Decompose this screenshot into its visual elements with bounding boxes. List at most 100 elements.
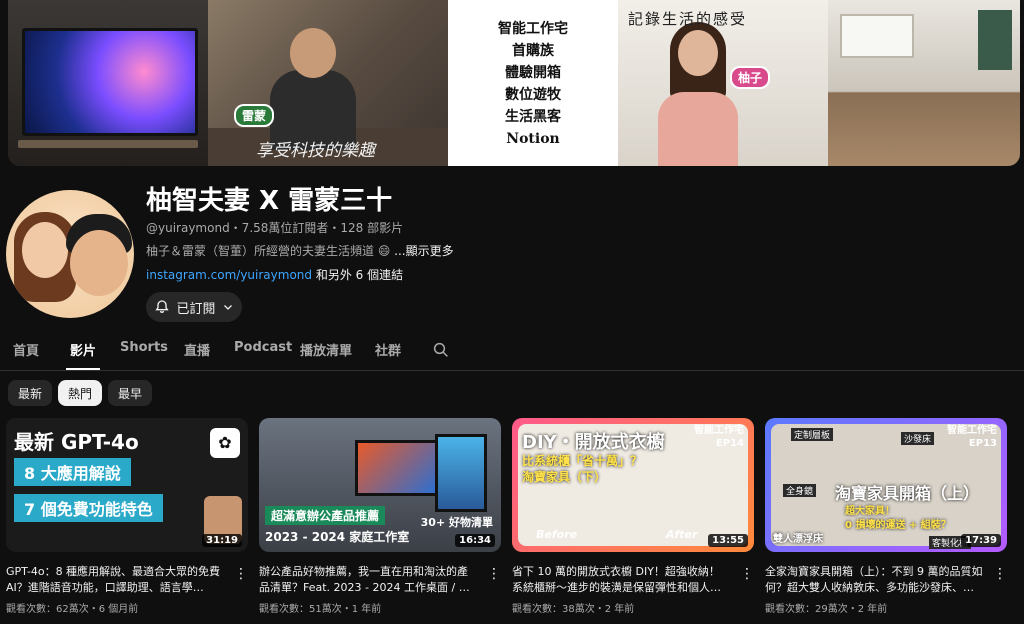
tab-playlists[interactable]: 播放清單 [300, 340, 352, 359]
search-icon[interactable] [432, 341, 450, 359]
video-meta: 觀看次數：29萬次・2 年前 [765, 604, 888, 615]
thumb-text: Before [536, 528, 578, 541]
thumb-text: 超滿意辦公產品推薦 [265, 506, 386, 525]
tab-live[interactable]: 直播 [184, 340, 210, 359]
channel-name: 柚智夫妻 X 雷蒙三十 [146, 186, 393, 216]
tab-shorts[interactable]: Shorts [120, 340, 168, 355]
thumb-series: 智能工作宅 [947, 425, 997, 436]
bell-icon [155, 300, 170, 313]
video-card[interactable]: DIY・開放式衣櫥 比系統櫃「省十萬」？ 淘寶家具（下） 智能工作宅 EP14 B… [512, 418, 754, 615]
banner-keyword: 智能工作宅 [498, 21, 568, 37]
video-card[interactable]: 最新 GPT-4o 8 大應用解說 7 個免費功能特色 ✿ 31:19 GPT-… [6, 418, 248, 615]
video-title[interactable]: 全家淘寶家具開箱（上）：不到 9 萬的品質如何？超大雙人收納敦床、多功能沙發床、… [765, 564, 983, 596]
thumb-text: 30+ 好物清單 [420, 516, 493, 529]
instagram-link[interactable]: instagram.com/yuiraymond [146, 268, 312, 282]
tab-community[interactable]: 社群 [375, 340, 401, 359]
video-title[interactable]: GPT-4o：8 種應用解說、最適合大眾的免費 AI？進階語音功能，口譯助理、語… [6, 564, 224, 596]
thumb-episode-number: EP13 [968, 438, 997, 449]
banner-keyword: 生活黑客 [505, 109, 561, 125]
banner-room-scene [828, 0, 1020, 166]
thumb-text: 淘寶家具（下） [522, 470, 607, 484]
channel-meta: @yuiraymond・7.58萬位訂閱者・128 部影片 [146, 221, 404, 235]
banner-keyword: 體驗開箱 [505, 65, 561, 81]
thumb-text: 沙發床 [901, 432, 935, 445]
avatar-boy-face [70, 230, 128, 296]
subscribed-button[interactable]: 已訂閱 [146, 292, 242, 322]
thumb-text: 超大家具！ [845, 506, 895, 517]
chevron-down-icon [223, 305, 232, 310]
banner-ray-head [290, 28, 336, 78]
thumb-monitor [435, 434, 487, 512]
video-duration: 17:39 [961, 534, 1001, 547]
video-card[interactable]: 超滿意辦公產品推薦 30+ 好物清單 2023 - 2024 家庭工作室 16:… [259, 418, 501, 615]
video-thumbnail[interactable]: 超滿意辦公產品推薦 30+ 好物清單 2023 - 2024 家庭工作室 16:… [259, 418, 501, 552]
channel-banner: 智能工作宅 首購族 體驗開箱 數位遊牧 生活黑客 Notion 雷蒙 柚子 享受… [8, 0, 1020, 166]
thumb-text: 2023 - 2024 家庭工作室 [265, 530, 410, 544]
channel-tabs: 首頁 影片 Shorts 直播 Podcast 播放清單 社群 [0, 330, 1024, 371]
video-title[interactable]: 辦公產品好物推薦，我一直在用和淘汰的產品清單？Feat. 2023 - 2024… [259, 564, 477, 596]
banner-keyword-list: 智能工作宅 首購族 體驗開箱 數位遊牧 生活黑客 Notion [448, 0, 618, 166]
banner-tagline-left: 享受科技的樂趣 [256, 141, 375, 161]
video-thumbnail[interactable]: DIY・開放式衣櫥 比系統櫃「省十萬」？ 淘寶家具（下） 智能工作宅 EP14 B… [512, 418, 754, 552]
tab-videos[interactable]: 影片 [70, 340, 96, 359]
chip-popular[interactable]: 熱門 [58, 380, 103, 406]
banner-tag-ray: 雷蒙 [234, 104, 275, 127]
thumb-text: 定制層板 [791, 428, 834, 441]
thumb-text: 淘寶家具開箱（上） [835, 484, 980, 503]
subscribed-label: 已訂閱 [176, 301, 216, 317]
banner-tagline-right: 記錄生活的感受 [628, 10, 748, 28]
banner-keyword: Notion [506, 131, 560, 147]
thumb-text: DIY・開放式衣櫥 [522, 432, 665, 453]
channel-avatar[interactable] [6, 190, 134, 318]
more-options-icon[interactable]: ⋮ [740, 566, 754, 582]
banner-yuzu-body [658, 92, 738, 166]
banner-tv-scene [8, 0, 208, 166]
more-options-icon[interactable]: ⋮ [234, 566, 248, 582]
thumb-text: 7 個免費功能特色 [14, 494, 163, 522]
thumb-text: 最新 GPT-4o [14, 430, 139, 454]
video-meta: 觀看次數：51萬次・1 年前 [259, 604, 382, 615]
video-duration: 31:19 [202, 534, 242, 547]
thumb-monitor [355, 440, 441, 496]
active-tab-indicator [66, 368, 100, 370]
channel-description[interactable]: 柚子＆雷蒙（智董）所經營的夫妻生活頻道 😄 ...顯示更多 [146, 242, 454, 259]
video-thumbnail[interactable]: 定制層板 全身鏡 沙發床 淘寶家具開箱（上） 超大家具！ 0 損壞的運送 + 組… [765, 418, 1007, 552]
thumb-text: 8 大應用解說 [14, 458, 131, 486]
thumb-text: 全身鏡 [783, 484, 817, 497]
more-links-text[interactable]: 和另外 6 個連結 [312, 268, 403, 282]
more-options-icon[interactable]: ⋮ [993, 566, 1007, 582]
banner-yuzu-head [678, 30, 718, 76]
thumb-series: 智能工作宅 [694, 425, 744, 436]
show-more-link[interactable]: ...顯示更多 [394, 244, 453, 258]
avatar-girl-face [22, 222, 68, 278]
tab-podcast[interactable]: Podcast [234, 340, 292, 355]
channel-description-text: 柚子＆雷蒙（智董）所經營的夫妻生活頻道 😄 [146, 244, 395, 258]
banner-room-window [840, 14, 914, 58]
banner-tag-yuzu: 柚子 [730, 66, 771, 89]
banner-tv [22, 28, 198, 136]
chip-oldest[interactable]: 最早 [108, 380, 153, 406]
video-meta: 觀看次數：62萬次・6 個月前 [6, 604, 139, 615]
thumb-episode-number: EP14 [715, 438, 744, 449]
thumb-text: 比系統櫃「省十萬」？ [522, 454, 643, 468]
video-duration: 16:34 [455, 534, 495, 547]
thumb-text: 0 損壞的運送 + 組裝？ [845, 520, 951, 531]
thumb-episode: 智能工作宅 EP14 [694, 424, 744, 450]
banner-keyword: 首購族 [512, 43, 554, 59]
video-duration: 13:55 [708, 534, 748, 547]
banner-keyword: 數位遊牧 [505, 87, 561, 103]
video-title[interactable]: 省下 10 萬的開放式衣櫥 DIY！超強收納！系統櫃掰～進步的裝潢是保留彈性和個… [512, 564, 730, 596]
more-options-icon[interactable]: ⋮ [487, 566, 501, 582]
channel-links[interactable]: instagram.com/yuiraymond 和另外 6 個連結 [146, 266, 403, 283]
thumb-text: After [666, 528, 698, 541]
banner-room-map [978, 10, 1012, 70]
banner-tv-stand [18, 140, 198, 148]
thumb-text: 雙人漂浮床 [773, 534, 823, 545]
video-card[interactable]: 定制層板 全身鏡 沙發床 淘寶家具開箱（上） 超大家具！ 0 損壞的運送 + 組… [765, 418, 1007, 615]
tab-home[interactable]: 首頁 [13, 340, 39, 359]
thumb-episode: 智能工作宅 EP13 [947, 424, 997, 450]
video-meta: 觀看次數：38萬次・2 年前 [512, 604, 635, 615]
chip-latest[interactable]: 最新 [8, 380, 53, 406]
video-thumbnail[interactable]: 最新 GPT-4o 8 大應用解說 7 個免費功能特色 ✿ 31:19 [6, 418, 248, 552]
openai-logo-icon: ✿ [210, 428, 240, 458]
